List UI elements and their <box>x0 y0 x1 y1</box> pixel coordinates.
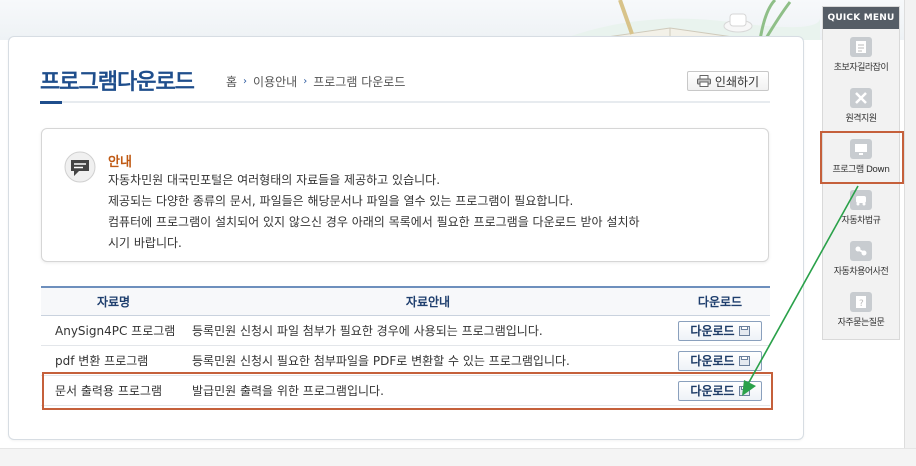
quick-item-beginner-guide[interactable]: 초보자길라잡이 <box>823 29 899 80</box>
breadcrumb: 홈 › 이용안내 › 프로그램 다운로드 <box>226 73 405 90</box>
title-divider-accent <box>40 101 62 104</box>
notice-line: 컴퓨터에 프로그램이 설치되어 있지 않으신 경우 아래의 목록에서 필요한 프… <box>108 215 640 229</box>
notice-line: 시기 바랍니다. <box>108 236 182 250</box>
quick-item-label: 자주묻는질문 <box>837 317 885 328</box>
svg-text:?: ? <box>859 299 864 309</box>
breadcrumb-home[interactable]: 홈 <box>226 73 237 90</box>
notice-line: 제공되는 다양한 종류의 문서, 파일들은 해당문서나 파일을 열수 있는 프로… <box>108 194 574 208</box>
program-name: AnySign4PC 프로그램 <box>55 324 176 338</box>
quick-item-label: 원격지원 <box>845 113 877 124</box>
program-name: pdf 변환 프로그램 <box>55 354 149 368</box>
chevron-right-icon: › <box>243 76 248 87</box>
window-edge <box>904 0 916 466</box>
window-bottom <box>0 448 916 466</box>
save-icon <box>738 355 750 366</box>
printer-icon <box>696 75 711 87</box>
quick-item-remote-support[interactable]: 원격지원 <box>823 80 899 131</box>
quick-item-label: 자동차법규 <box>841 215 881 226</box>
program-description: 등록민원 신청시 파일 첨부가 필요한 경우에 사용되는 프로그램입니다. <box>192 324 543 338</box>
quick-item-faq[interactable]: ? 자주묻는질문 <box>823 284 899 335</box>
download-label: 다운로드 <box>690 354 735 368</box>
notice-line: 자동차민원 대국민포털은 여러형태의 자료들을 제공하고 있습니다. <box>108 173 441 187</box>
quick-item-label: 자동차용어사전 <box>833 266 889 277</box>
quick-item-label: 초보자길라잡이 <box>833 62 889 73</box>
car-icon <box>850 189 872 210</box>
quick-item-highlight <box>820 131 904 184</box>
page-title: 프로그램다운로드 <box>40 70 195 95</box>
program-description: 등록민원 신청시 필요한 첨부파일을 PDF로 변환할 수 있는 프로그램입니다… <box>192 354 570 368</box>
quick-item-car-law[interactable]: 자동차법규 <box>823 182 899 233</box>
download-label: 다운로드 <box>690 324 735 338</box>
save-icon <box>738 325 750 336</box>
header-name: 자료명 <box>96 295 131 309</box>
print-label: 인쇄하기 <box>714 74 760 89</box>
quick-item-glossary[interactable]: 자동차용어사전 <box>823 233 899 284</box>
chevron-right-icon: › <box>303 76 308 87</box>
print-button[interactable]: 인쇄하기 <box>687 71 769 91</box>
row-highlight <box>42 372 773 410</box>
header-illustration <box>560 0 820 40</box>
header-download: 다운로드 <box>697 295 743 309</box>
download-button[interactable]: 다운로드 <box>678 320 762 341</box>
breadcrumb-guide[interactable]: 이용안내 <box>253 73 297 90</box>
table-row: AnySign4PC 프로그램 등록민원 신청시 파일 첨부가 필요한 경우에 … <box>41 316 770 346</box>
notice-box: 안내 자동차민원 대국민포털은 여러형태의 자료들을 제공하고 있습니다. 제공… <box>41 128 769 262</box>
breadcrumb-current: 프로그램 다운로드 <box>313 75 406 89</box>
speech-bubble-icon <box>64 151 96 183</box>
table-header-row: 자료명 자료안내 다운로드 <box>41 288 770 316</box>
question-icon: ? <box>850 291 872 312</box>
link-icon <box>850 240 872 261</box>
title-divider <box>40 101 770 103</box>
header-description: 자료안내 <box>405 295 451 309</box>
document-icon <box>850 36 872 57</box>
download-button[interactable]: 다운로드 <box>678 350 762 371</box>
notice-title: 안내 <box>108 155 132 170</box>
quick-menu-title: QUICK MENU <box>823 7 899 29</box>
tools-icon <box>850 87 872 108</box>
notice-text: 자동차민원 대국민포털은 여러형태의 자료들을 제공하고 있습니다. 제공되는 … <box>108 170 748 254</box>
